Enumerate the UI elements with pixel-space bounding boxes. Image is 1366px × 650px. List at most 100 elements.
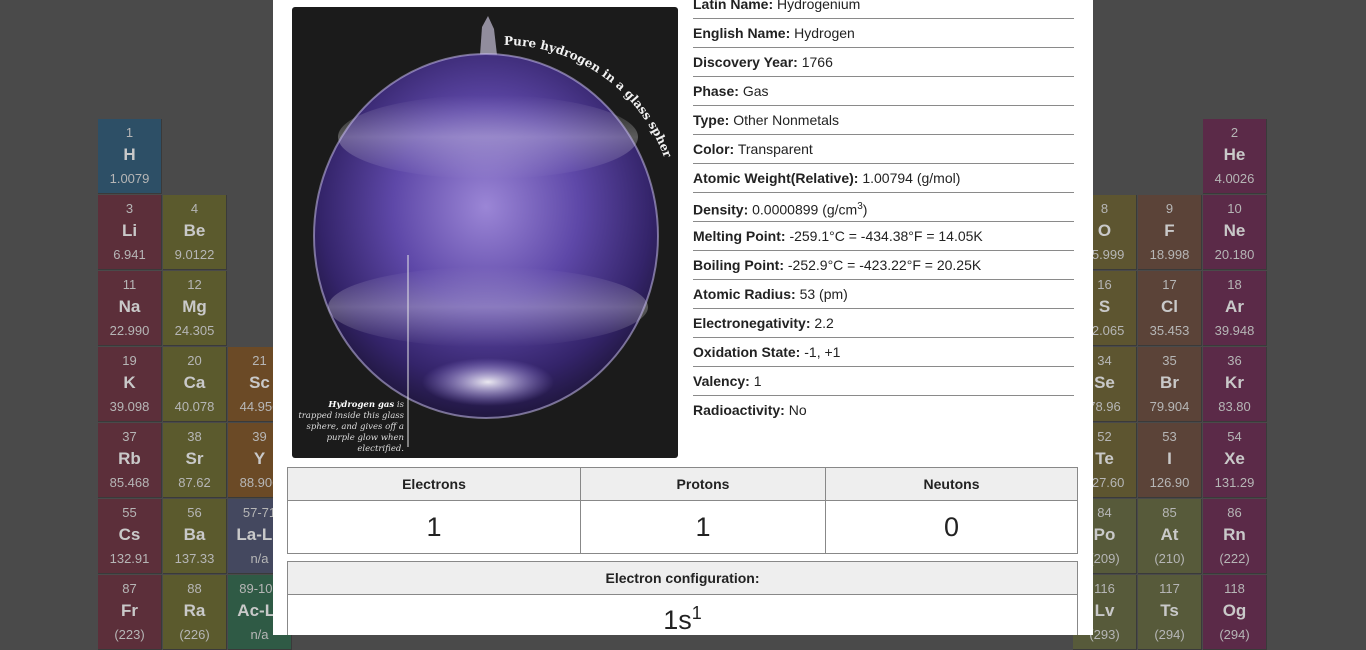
property-value: Other Nonmetals: [733, 112, 840, 128]
atomic-weight: 22.990: [109, 323, 150, 338]
element-cell-ar[interactable]: 18 Ar 39.948: [1203, 271, 1267, 346]
element-symbol: Ar: [1225, 297, 1244, 316]
atomic-weight: 132.91: [109, 551, 150, 566]
element-cell-ra[interactable]: 88 Ra (226): [163, 575, 227, 650]
element-cell-na[interactable]: 11 Na 22.990: [98, 271, 162, 346]
element-symbol: Fr: [121, 601, 138, 620]
element-symbol: He: [1223, 145, 1246, 164]
electron-configuration-header: Electron configuration:: [287, 561, 1078, 595]
property-row: Valency: 1: [693, 367, 1074, 396]
atomic-number: 117: [1159, 581, 1180, 596]
atomic-number: 9: [1165, 201, 1174, 216]
atomic-number: 56: [187, 505, 202, 520]
property-label: Latin Name:: [693, 0, 774, 12]
element-cell-br[interactable]: 35 Br 79.904: [1138, 347, 1202, 422]
protons-header: Protons: [580, 467, 826, 501]
element-symbol: Li: [121, 221, 138, 240]
property-label: Phase:: [693, 83, 739, 99]
element-symbol: I: [1167, 449, 1172, 468]
atomic-number: 10: [1227, 201, 1242, 216]
element-symbol: Cs: [118, 525, 141, 544]
element-cell-rn[interactable]: 86 Rn (222): [1203, 499, 1267, 574]
atomic-number: 3: [125, 201, 134, 216]
element-cell-he[interactable]: 2 He 4.0026: [1203, 119, 1267, 194]
atomic-weight: 83.80: [1218, 399, 1251, 414]
property-value: Hydrogen: [794, 25, 855, 41]
atomic-number: 85: [1162, 505, 1177, 520]
element-cell-og[interactable]: 118 Og (294): [1203, 575, 1267, 650]
atomic-number: 53: [1162, 429, 1177, 444]
element-cell-xe[interactable]: 54 Xe 131.29: [1203, 423, 1267, 498]
property-row: Boiling Point: -252.9°C = -423.22°F = 20…: [693, 251, 1074, 280]
property-label: Melting Point:: [693, 228, 786, 244]
element-detail-modal: Pure hydrogen in a glass sphere Hydrogen…: [273, 0, 1093, 635]
atomic-number: 1: [125, 125, 134, 140]
property-row: English Name: Hydrogen: [693, 19, 1074, 48]
atomic-weight: 20.180: [1214, 247, 1255, 262]
protons-value: 1: [580, 500, 826, 554]
element-cell-i[interactable]: 53 I 126.90: [1138, 423, 1202, 498]
element-cell-li[interactable]: 3 Li 6.941: [98, 195, 162, 270]
glass-sphere-image: Pure hydrogen in a glass sphere: [292, 7, 675, 447]
electrons-value: 1: [287, 500, 581, 554]
element-symbol: Be: [183, 221, 206, 240]
element-cell-ne[interactable]: 10 Ne 20.180: [1203, 195, 1267, 270]
element-cell-kr[interactable]: 36 Kr 83.80: [1203, 347, 1267, 422]
atomic-number: 86: [1227, 505, 1242, 520]
atomic-number: 20: [187, 353, 202, 368]
property-row: Atomic Weight(Relative): 1.00794 (g/mol): [693, 164, 1074, 193]
property-label: Density:: [693, 201, 749, 218]
element-cell-be[interactable]: 4 Be 9.0122: [163, 195, 227, 270]
element-symbol: H: [123, 145, 136, 164]
property-label: Color:: [693, 141, 735, 157]
atomic-number: 37: [122, 429, 137, 444]
property-value: 2.2: [814, 315, 834, 331]
property-value: Hydrogenium: [777, 0, 861, 12]
atomic-number: 87: [122, 581, 137, 596]
element-symbol: Sr: [185, 449, 204, 468]
atomic-weight: 35.453: [1149, 323, 1190, 338]
atomic-weight: 6.941: [113, 247, 146, 262]
atomic-number: 55: [122, 505, 137, 520]
atomic-weight: 39.098: [109, 399, 150, 414]
property-value: 53 (pm): [799, 286, 848, 302]
element-symbol: Ra: [183, 601, 206, 620]
atomic-weight: (222): [1219, 551, 1250, 566]
atomic-number: 17: [1162, 277, 1177, 292]
property-row: Discovery Year: 1766: [693, 48, 1074, 77]
element-cell-k[interactable]: 19 K 39.098: [98, 347, 162, 422]
element-cell-cl[interactable]: 17 Cl 35.453: [1138, 271, 1202, 346]
element-symbol: Na: [118, 297, 141, 316]
atomic-weight: (210): [1154, 551, 1185, 566]
atomic-weight: 24.305: [174, 323, 215, 338]
element-cell-mg[interactable]: 12 Mg 24.305: [163, 271, 227, 346]
property-value: Transparent: [737, 141, 813, 157]
property-row: Color: Transparent: [693, 135, 1074, 164]
atomic-number: 11: [122, 277, 137, 292]
electron-configuration-table: Electron configuration: 1s1: [287, 561, 1078, 635]
atomic-weight: 131.29: [1214, 475, 1255, 490]
element-cell-cs[interactable]: 55 Cs 132.91: [98, 499, 162, 574]
element-cell-h[interactable]: 1 H 1.0079: [98, 119, 162, 194]
element-cell-at[interactable]: 85 At (210): [1138, 499, 1202, 574]
element-cell-sr[interactable]: 38 Sr 87.62: [163, 423, 227, 498]
property-label: Valency:: [693, 373, 750, 389]
element-cell-ca[interactable]: 20 Ca 40.078: [163, 347, 227, 422]
property-value: 1.00794 (g/mol): [862, 170, 961, 186]
property-label: Discovery Year:: [693, 54, 798, 70]
element-cell-fr[interactable]: 87 Fr (223): [98, 575, 162, 650]
electron-configuration-value: 1s1: [287, 594, 1078, 635]
property-label: Radioactivity:: [693, 402, 785, 418]
element-symbol: Rn: [1223, 525, 1246, 544]
property-row: Oxidation State: -1, +1: [693, 338, 1074, 367]
atomic-number: 118: [1224, 581, 1245, 596]
element-cell-f[interactable]: 9 F 18.998: [1138, 195, 1202, 270]
photo-caption: Hydrogen gas is trapped inside this glas…: [298, 400, 404, 454]
property-value: -259.1°C = -434.38°F = 14.05K: [789, 228, 983, 244]
element-cell-ba[interactable]: 56 Ba 137.33: [163, 499, 227, 574]
element-cell-ts[interactable]: 117 Ts (294): [1138, 575, 1202, 650]
property-label: Atomic Radius:: [693, 286, 796, 302]
atomic-number: 2: [1230, 125, 1239, 140]
atomic-weight: 40.078: [174, 399, 215, 414]
element-cell-rb[interactable]: 37 Rb 85.468: [98, 423, 162, 498]
